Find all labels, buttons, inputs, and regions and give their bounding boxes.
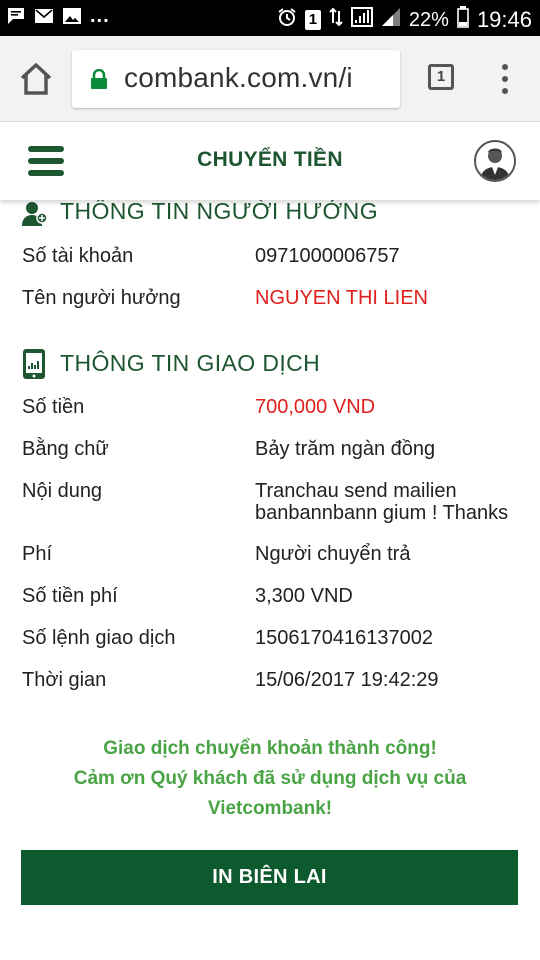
row-label: Tên người hưởng xyxy=(22,287,181,309)
print-receipt-button[interactable]: IN BIÊN LAI xyxy=(21,850,518,905)
row-label: Nội dung xyxy=(22,480,103,502)
user-avatar-icon xyxy=(480,148,510,180)
menu-dot-icon xyxy=(502,76,508,82)
row-label: Số tài khoản xyxy=(22,245,134,267)
row-value: NGUYEN THI LIEN xyxy=(255,287,428,309)
menu-dot-icon xyxy=(502,64,508,70)
success-line-2: Cảm ơn Quý khách đã sử dụng dịch vụ của xyxy=(73,768,467,789)
row-label: Bằng chữ xyxy=(22,438,109,460)
signal-icon-2 xyxy=(381,7,401,33)
browser-toolbar: combank.com.vn/i 1 xyxy=(0,36,540,122)
row-label: Số lệnh giao dịch xyxy=(22,627,176,649)
app-header: CHUYỂN TIỀN xyxy=(0,122,540,200)
row-value: 3,300 VND xyxy=(255,585,353,607)
home-icon xyxy=(20,63,52,95)
clock: 19:46 xyxy=(476,7,532,32)
row-value: 15/06/2017 19:42:29 xyxy=(255,669,439,691)
row-value: Bảy trăm ngàn đồng xyxy=(255,438,436,460)
row-value: 0971000006757 xyxy=(255,245,400,267)
row-label: Thời gian xyxy=(22,669,107,691)
mobile-receipt-icon xyxy=(22,348,48,379)
browser-menu-button[interactable] xyxy=(498,62,512,96)
menu-dot-icon xyxy=(502,88,508,94)
sim-badge: 1 xyxy=(304,10,321,30)
row-value: Người chuyển trả xyxy=(255,543,411,565)
address-bar[interactable]: combank.com.vn/i xyxy=(72,50,400,108)
battery-percent: 22% xyxy=(408,8,449,31)
row-value: 700,000 VND xyxy=(255,396,376,418)
tab-switcher-button[interactable]: 1 xyxy=(428,64,454,90)
mail-icon xyxy=(34,7,54,25)
success-line-1: Giao dịch chuyển khoản thành công! xyxy=(103,738,437,759)
success-message: Giao dịch chuyển khoản thành công! Cảm ơ… xyxy=(20,734,520,824)
transfer-receipt: THÔNG TIN NGƯỜI HƯỞNG Số tài khoản 09710… xyxy=(0,200,540,960)
more-notifications: ... xyxy=(90,5,110,27)
beneficiary-section-header: THÔNG TIN NGƯỜI HƯỞNG xyxy=(22,200,378,226)
page-title: CHUYỂN TIỀN xyxy=(197,148,343,171)
home-button[interactable] xyxy=(18,62,54,96)
lock-icon xyxy=(90,68,108,89)
row-label: Số tiền phí xyxy=(22,585,118,607)
user-avatar-button[interactable] xyxy=(474,140,516,182)
alarm-icon xyxy=(277,7,297,33)
user-add-icon xyxy=(22,200,48,226)
row-label: Phí xyxy=(22,543,53,565)
image-icon xyxy=(62,7,82,25)
status-bar: ... 1 22% 19:46 xyxy=(0,0,540,36)
url-text: combank.com.vn/i xyxy=(124,62,353,93)
row-value: 1506170416137002 xyxy=(255,627,433,649)
data-arrows-icon xyxy=(329,7,343,33)
message-notification-icon xyxy=(6,7,26,25)
battery-icon xyxy=(457,6,469,34)
transaction-section-title: THÔNG TIN GIAO DỊCH xyxy=(60,349,321,376)
row-value: Tranchau send mailien banbannbann gium !… xyxy=(255,480,509,524)
signal-icon-1 xyxy=(350,7,373,33)
transaction-section-header: THÔNG TIN GIAO DỊCH xyxy=(22,348,321,379)
success-line-3: Vietcombank! xyxy=(207,798,333,819)
beneficiary-section-title: THÔNG TIN NGƯỜI HƯỞNG xyxy=(60,200,378,224)
row-label: Số tiền xyxy=(22,396,85,418)
